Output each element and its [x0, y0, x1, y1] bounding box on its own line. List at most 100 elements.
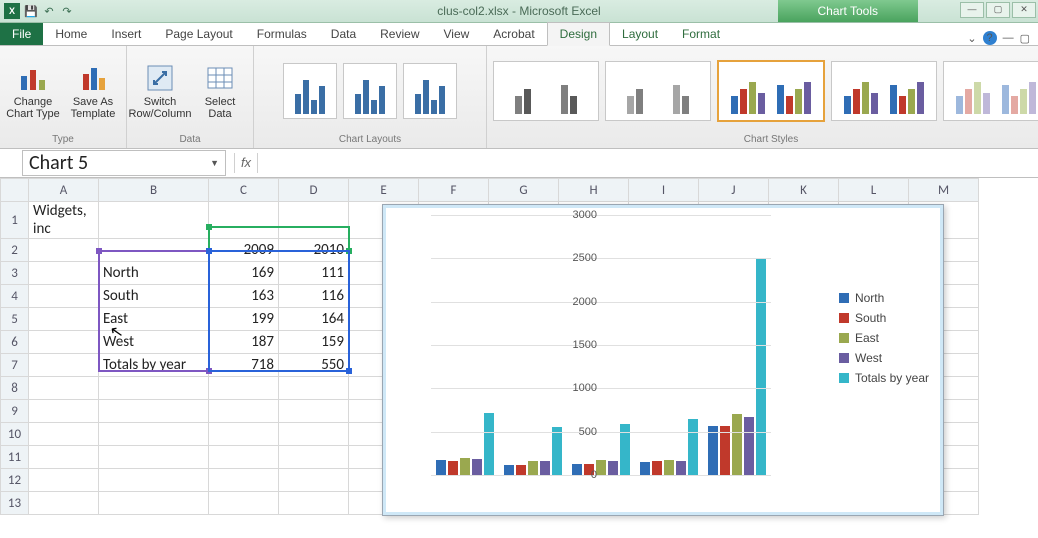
- chart-style-option[interactable]: [493, 61, 599, 121]
- help-icon[interactable]: ?: [983, 31, 997, 45]
- cell[interactable]: 187: [209, 331, 279, 354]
- row-header[interactable]: 4: [1, 285, 29, 308]
- cell[interactable]: East: [99, 308, 209, 331]
- column-header[interactable]: H: [559, 179, 629, 202]
- cell[interactable]: [29, 331, 99, 354]
- cell[interactable]: 718: [209, 354, 279, 377]
- cell[interactable]: [99, 400, 209, 423]
- tab-home[interactable]: Home: [43, 23, 99, 45]
- cell[interactable]: [279, 202, 349, 239]
- chart-layout-option[interactable]: [283, 63, 337, 119]
- row-header[interactable]: 7: [1, 354, 29, 377]
- chart-style-option[interactable]: [831, 61, 937, 121]
- cell[interactable]: West: [99, 331, 209, 354]
- cell[interactable]: [99, 446, 209, 469]
- undo-icon[interactable]: ↶: [42, 4, 56, 18]
- cell[interactable]: 111: [279, 262, 349, 285]
- column-header[interactable]: G: [489, 179, 559, 202]
- save-as-template-button[interactable]: Save As Template: [66, 62, 120, 120]
- fx-icon[interactable]: fx: [234, 153, 258, 173]
- window-restore-icon[interactable]: ▢: [1020, 32, 1030, 45]
- chart-layout-option[interactable]: [403, 63, 457, 119]
- tab-view[interactable]: View: [432, 23, 482, 45]
- select-data-button[interactable]: Select Data: [193, 62, 247, 120]
- tab-formulas[interactable]: Formulas: [245, 23, 319, 45]
- cell[interactable]: [99, 469, 209, 492]
- cell[interactable]: [99, 492, 209, 515]
- cell[interactable]: [279, 469, 349, 492]
- cell[interactable]: 2009: [209, 239, 279, 262]
- column-header[interactable]: B: [99, 179, 209, 202]
- cell[interactable]: [99, 377, 209, 400]
- tab-file[interactable]: File: [0, 23, 43, 45]
- cell[interactable]: [29, 285, 99, 308]
- chart-style-option[interactable]: [717, 60, 825, 122]
- tab-layout[interactable]: Layout: [610, 23, 670, 45]
- maximize-button[interactable]: ▢: [986, 2, 1010, 18]
- cell[interactable]: 163: [209, 285, 279, 308]
- column-header[interactable]: K: [769, 179, 839, 202]
- redo-icon[interactable]: ↷: [60, 4, 74, 18]
- save-icon[interactable]: 💾: [24, 4, 38, 18]
- chart-layout-option[interactable]: [343, 63, 397, 119]
- cell[interactable]: [209, 423, 279, 446]
- column-header[interactable]: A: [29, 179, 99, 202]
- row-header[interactable]: 13: [1, 492, 29, 515]
- tab-page-layout[interactable]: Page Layout: [153, 23, 244, 45]
- row-header[interactable]: 8: [1, 377, 29, 400]
- window-minimize-icon[interactable]: —: [1003, 32, 1014, 44]
- cell[interactable]: [29, 446, 99, 469]
- cell[interactable]: North: [99, 262, 209, 285]
- cell[interactable]: [29, 377, 99, 400]
- column-header[interactable]: I: [629, 179, 699, 202]
- row-header[interactable]: 6: [1, 331, 29, 354]
- row-header[interactable]: 11: [1, 446, 29, 469]
- column-header[interactable]: D: [279, 179, 349, 202]
- cell[interactable]: [29, 308, 99, 331]
- minimize-button[interactable]: —: [960, 2, 984, 18]
- change-chart-type-button[interactable]: Change Chart Type: [6, 62, 60, 120]
- column-header[interactable]: C: [209, 179, 279, 202]
- row-header[interactable]: 12: [1, 469, 29, 492]
- cell[interactable]: [29, 262, 99, 285]
- cell[interactable]: 550: [279, 354, 349, 377]
- cell[interactable]: [279, 377, 349, 400]
- cell[interactable]: [279, 423, 349, 446]
- row-header[interactable]: 1: [1, 202, 29, 239]
- cell[interactable]: [209, 377, 279, 400]
- column-header[interactable]: F: [419, 179, 489, 202]
- minimize-ribbon-icon[interactable]: ⌄: [967, 32, 976, 45]
- tab-acrobat[interactable]: Acrobat: [481, 23, 546, 45]
- tab-review[interactable]: Review: [368, 23, 431, 45]
- row-header[interactable]: 10: [1, 423, 29, 446]
- tab-design[interactable]: Design: [547, 22, 610, 46]
- cell[interactable]: [99, 423, 209, 446]
- cell[interactable]: [279, 446, 349, 469]
- cell[interactable]: [209, 492, 279, 515]
- cell[interactable]: 159: [279, 331, 349, 354]
- row-header[interactable]: 5: [1, 308, 29, 331]
- column-header[interactable]: M: [909, 179, 979, 202]
- cell[interactable]: 116: [279, 285, 349, 308]
- column-header[interactable]: J: [699, 179, 769, 202]
- cell[interactable]: [29, 400, 99, 423]
- chart-style-option[interactable]: [605, 61, 711, 121]
- column-header[interactable]: L: [839, 179, 909, 202]
- cell[interactable]: [29, 239, 99, 262]
- row-header[interactable]: 3: [1, 262, 29, 285]
- cell[interactable]: [29, 469, 99, 492]
- worksheet-area[interactable]: ABCDEFGHIJKLM 1Widgets, inc2 20092010 3 Nort…: [0, 178, 1038, 538]
- cell[interactable]: Totals by year: [99, 354, 209, 377]
- cell[interactable]: 2010: [279, 239, 349, 262]
- chart-style-option[interactable]: [943, 61, 1038, 121]
- row-header[interactable]: 2: [1, 239, 29, 262]
- cell[interactable]: Widgets, inc: [29, 202, 99, 239]
- cell[interactable]: [279, 492, 349, 515]
- tab-insert[interactable]: Insert: [99, 23, 153, 45]
- cell[interactable]: [29, 354, 99, 377]
- name-box-dropdown-icon[interactable]: ▼: [210, 158, 219, 169]
- column-header[interactable]: E: [349, 179, 419, 202]
- select-all-corner[interactable]: [1, 179, 29, 202]
- cell[interactable]: 199: [209, 308, 279, 331]
- cell[interactable]: South: [99, 285, 209, 308]
